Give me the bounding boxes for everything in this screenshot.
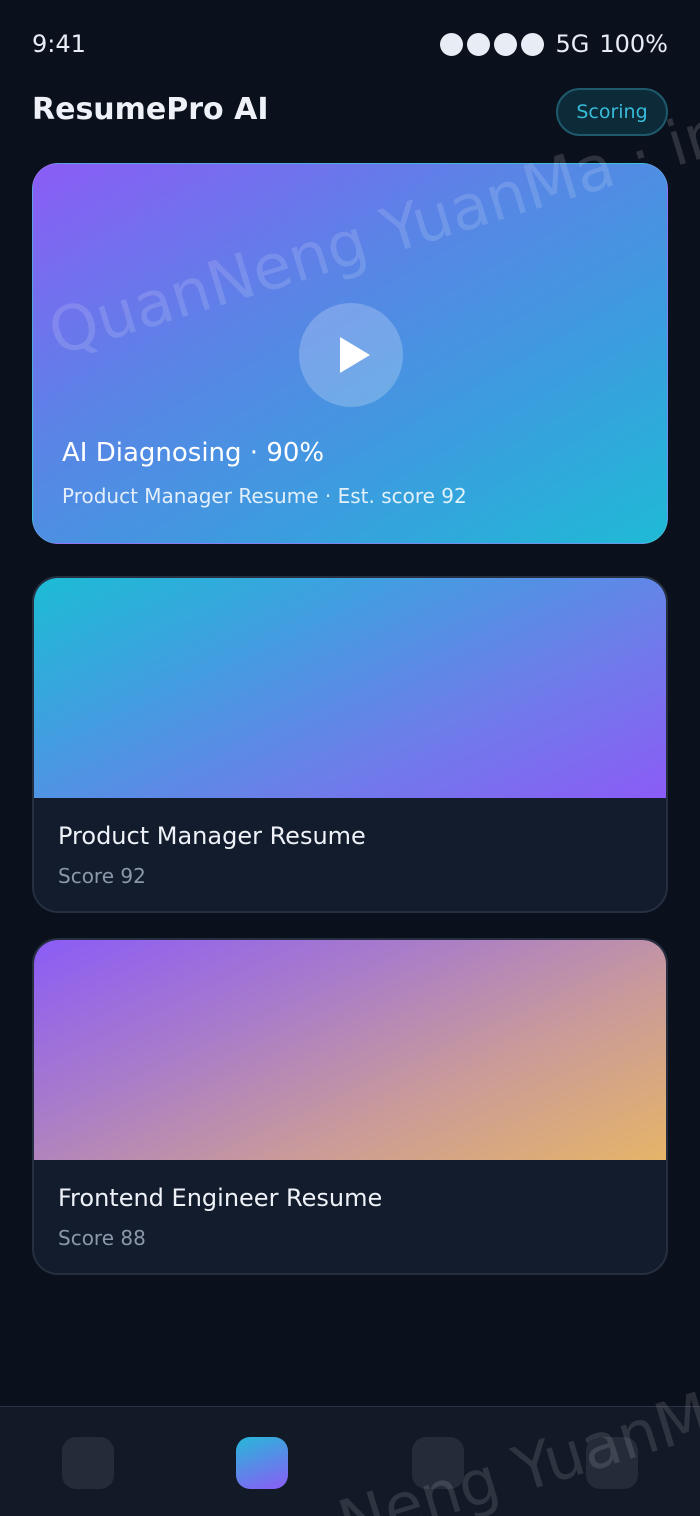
home-tab-icon[interactable]: [62, 1437, 114, 1489]
resume-card[interactable]: Frontend Engineer Resume Score 88: [32, 938, 668, 1275]
signal-dot-icon: [493, 32, 517, 56]
diagnosis-subtitle: Product Manager Resume · Est. score 92: [62, 484, 467, 508]
resume-score: Score 92: [58, 864, 146, 888]
resume-thumbnail: [34, 578, 666, 798]
scoring-tab-icon[interactable]: [236, 1437, 288, 1489]
status-bar: 9:41 5G 100%: [0, 0, 700, 90]
app-screen: 9:41 5G 100% ResumePro AI Scoring AI Dia…: [0, 0, 700, 1516]
play-button[interactable]: [299, 303, 403, 407]
status-time: 9:41: [32, 30, 86, 58]
scoring-badge[interactable]: Scoring: [556, 88, 668, 136]
network-label: 5G: [555, 30, 590, 58]
resume-title: Frontend Engineer Resume: [58, 1184, 383, 1212]
resume-card[interactable]: Product Manager Resume Score 92: [32, 576, 668, 913]
signal-dot-icon: [520, 32, 544, 56]
resume-score: Score 88: [58, 1226, 146, 1250]
diagnosis-card[interactable]: AI Diagnosing · 90% Product Manager Resu…: [32, 163, 668, 544]
app-title: ResumePro AI: [32, 92, 269, 127]
bottom-nav: [0, 1406, 700, 1516]
battery-label: 100%: [599, 30, 668, 58]
profile-tab-icon[interactable]: [586, 1437, 638, 1489]
resume-title: Product Manager Resume: [58, 822, 366, 850]
diagnosis-status: AI Diagnosing · 90%: [62, 438, 325, 468]
templates-tab-icon[interactable]: [412, 1437, 464, 1489]
resume-thumbnail: [34, 940, 666, 1160]
status-indicators: 5G 100%: [439, 30, 668, 58]
play-icon: [340, 337, 370, 373]
signal-dot-icon: [439, 32, 463, 56]
signal-dot-icon: [466, 32, 490, 56]
